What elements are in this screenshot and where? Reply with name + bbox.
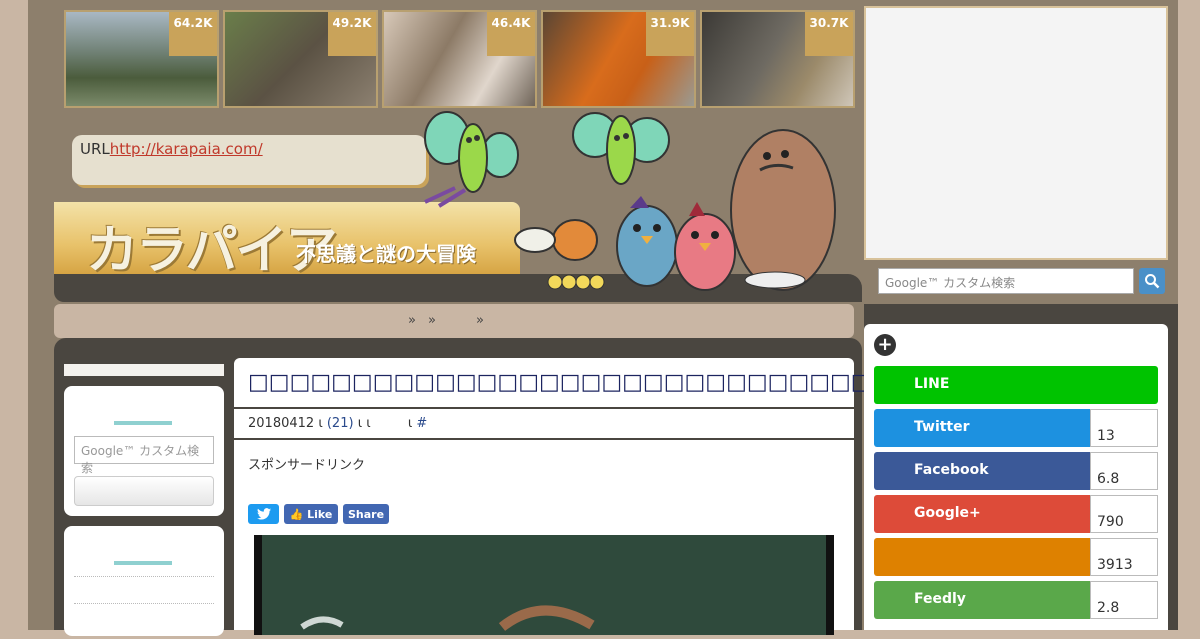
ad-slot[interactable] xyxy=(864,6,1168,260)
left-widget-2 xyxy=(64,526,224,636)
article-date: 20180412 xyxy=(248,416,315,431)
thumbnail-4[interactable]: 31.9K xyxy=(541,10,696,108)
divider xyxy=(74,603,214,604)
view-count-badge: 30.7K xyxy=(805,12,853,56)
share-counts-panel: + LINE Twitter 13 Facebook 6.8 Google+ 790 3913… xyxy=(864,324,1168,630)
winged-mascot-left-icon xyxy=(424,111,519,208)
share-row[interactable]: Google+ 790 xyxy=(874,495,1158,533)
share-row[interactable]: Facebook 6.8 xyxy=(874,452,1158,490)
divider xyxy=(74,576,214,577)
tweet-button[interactable] xyxy=(248,504,279,524)
site-url-link[interactable]: http://karapaia.com/ xyxy=(110,140,263,158)
breadcrumb-bar: » » » xyxy=(54,304,854,338)
url-box: URLhttp://karapaia.com/ xyxy=(72,135,426,185)
popular-thumbnails: 64.2K 49.2K 46.4K 31.9K 30.7K xyxy=(64,10,858,108)
share-row[interactable]: LINE xyxy=(874,366,1158,404)
sponsored-link-label: スポンサードリンク xyxy=(248,458,366,473)
winged-mascot-center-icon xyxy=(572,112,670,185)
meta-separator: ι xyxy=(407,416,413,431)
like-label: Like xyxy=(307,507,333,521)
divider xyxy=(234,438,854,440)
thumbnail-1[interactable]: 64.2K xyxy=(64,10,219,108)
view-count-badge: 31.9K xyxy=(646,12,694,56)
view-count-badge: 46.4K xyxy=(487,12,535,56)
left-sidebar-strip xyxy=(64,364,224,376)
mascot-illustration xyxy=(424,111,836,291)
share-count: 3913 xyxy=(1090,538,1158,576)
share-label: Share xyxy=(347,507,385,521)
meta-separator: ι xyxy=(318,416,323,431)
left-search-button[interactable] xyxy=(74,476,214,506)
share-label[interactable] xyxy=(874,538,1090,576)
share-label[interactable]: Google+ xyxy=(874,495,1090,533)
search-icon xyxy=(1145,274,1160,289)
snail-mascot-icon xyxy=(514,219,605,290)
thumbnail-3[interactable]: 46.4K xyxy=(382,10,537,108)
share-label[interactable]: LINE xyxy=(874,366,1158,404)
blue-bird-mascot-icon xyxy=(616,196,678,287)
article-meta: 20180412 ι (21) ι ι ι # xyxy=(248,416,427,431)
share-row[interactable]: Twitter 13 xyxy=(874,409,1158,447)
divider xyxy=(234,407,854,409)
search-button[interactable] xyxy=(1139,268,1165,294)
article-card: □□□□□□□□□□□□□□□□□□□□□□□□□□□□□□□□□□□□□□□□… xyxy=(234,358,1121,635)
thumbs-up-icon: 👍 xyxy=(289,507,308,521)
share-row[interactable]: Feedly 2.8 xyxy=(874,581,1158,619)
comment-count-link[interactable]: (21) xyxy=(327,416,354,431)
left-search-widget: Google™ カスタム検索 xyxy=(64,386,224,516)
hashtag-link[interactable]: # xyxy=(416,416,427,431)
widget-heading-line xyxy=(114,421,172,425)
breadcrumb-separator: » xyxy=(476,313,484,328)
facebook-like-button[interactable]: 👍 Like xyxy=(284,504,338,524)
breadcrumb-separator: » xyxy=(428,313,436,328)
share-label[interactable]: Facebook xyxy=(874,452,1090,490)
right-search-input[interactable]: Google™ カスタム検索 xyxy=(878,268,1134,294)
share-row[interactable]: 3913 xyxy=(874,538,1158,576)
share-label[interactable]: Feedly xyxy=(874,581,1090,619)
url-label: URL xyxy=(80,140,110,158)
pink-bird-mascot-icon xyxy=(674,202,736,291)
article-share-buttons: 👍 Like Share xyxy=(248,504,389,524)
facebook-share-button[interactable]: Share xyxy=(343,504,389,524)
view-count-badge: 49.2K xyxy=(328,12,376,56)
thumbnail-2[interactable]: 49.2K xyxy=(223,10,378,108)
share-label[interactable]: Twitter xyxy=(874,409,1090,447)
twitter-bird-icon xyxy=(256,508,271,520)
brown-blob-mascot-icon xyxy=(730,129,836,291)
widget-heading-line xyxy=(114,561,172,565)
article-video[interactable] xyxy=(254,535,834,635)
view-count-badge: 64.2K xyxy=(169,12,217,56)
plus-icon[interactable]: + xyxy=(874,334,896,356)
video-frame-illustration xyxy=(300,605,595,631)
breadcrumb-separator: » xyxy=(408,313,416,328)
share-count: 790 xyxy=(1090,495,1158,533)
thumbnail-5[interactable]: 30.7K xyxy=(700,10,855,108)
share-count: 6.8 xyxy=(1090,452,1158,490)
meta-separator: ι ι xyxy=(357,416,371,431)
share-count: 2.8 xyxy=(1090,581,1158,619)
share-count: 13 xyxy=(1090,409,1158,447)
left-search-input[interactable]: Google™ カスタム検索 xyxy=(74,436,214,475)
